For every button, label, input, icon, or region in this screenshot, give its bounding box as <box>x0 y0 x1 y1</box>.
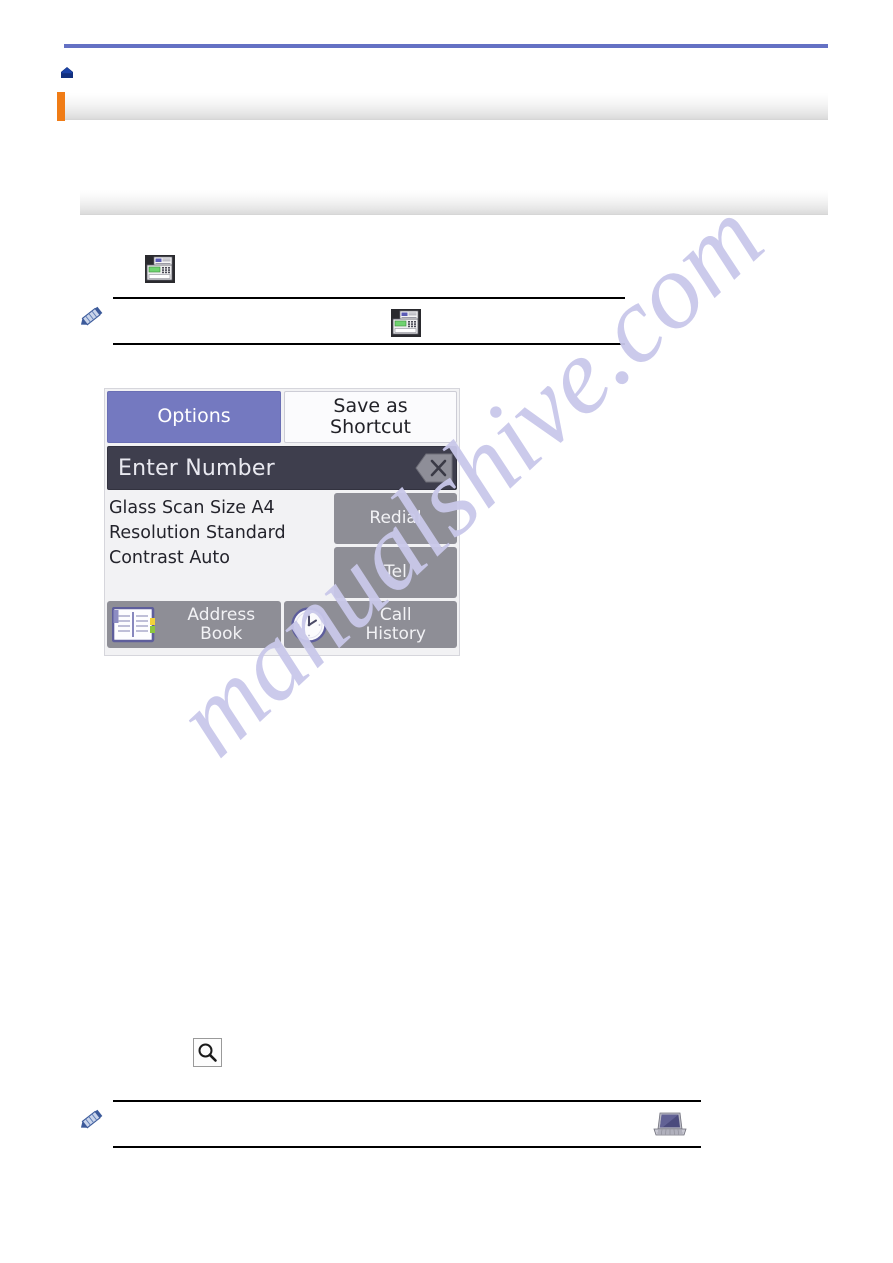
laptop-computer-icon <box>653 1110 687 1143</box>
address-book-button[interactable]: Address Book <box>107 601 281 648</box>
redial-button[interactable]: Redial <box>334 493 457 544</box>
note-bottom-rule <box>113 343 625 345</box>
call-history-line2: History <box>365 623 426 644</box>
page-title-bar <box>57 92 828 121</box>
setting-contrast: Contrast Auto <box>109 547 230 568</box>
address-book-label: Address Book <box>162 606 281 643</box>
pencil-icon <box>77 1104 107 1134</box>
manual-page: manualshive.com Options Save as Shortcut… <box>0 0 893 1263</box>
breadcrumb[interactable] <box>60 63 760 83</box>
tel-button[interactable]: Tel <box>334 547 457 598</box>
call-history-line1: Call <box>379 604 412 625</box>
address-book-line2: Book <box>200 623 243 644</box>
setting-glass-scan-size: Glass Scan Size A4 <box>109 498 275 518</box>
pencil-icon <box>77 301 107 331</box>
setting-resolution: Resolution Standard <box>109 522 286 543</box>
note-box-2 <box>80 1100 701 1148</box>
fax-machine-icon <box>145 255 175 288</box>
note-top-rule <box>113 297 625 299</box>
fax-settings-summary: Glass Scan Size A4 Resolution Standard C… <box>107 493 331 598</box>
save-shortcut-line1: Save as <box>333 394 408 417</box>
lcd-top-row: Options Save as Shortcut <box>105 389 459 443</box>
call-history-label: Call History <box>335 606 458 643</box>
options-button[interactable]: Options <box>107 391 281 443</box>
call-history-button[interactable]: Call History <box>283 601 458 648</box>
note-top-rule <box>113 1100 701 1102</box>
lcd-middle-row: Glass Scan Size A4 Resolution Standard C… <box>105 490 459 598</box>
fax-machine-icon-inline <box>391 309 421 342</box>
search-magnifier-icon[interactable] <box>193 1038 222 1067</box>
number-entry-field[interactable]: Enter Number <box>107 446 457 490</box>
lcd-side-buttons: Redial Tel <box>334 493 457 598</box>
address-book-icon <box>111 606 156 643</box>
home-icon[interactable] <box>60 66 74 80</box>
note-bottom-rule <box>113 1146 701 1148</box>
fax-touchscreen-mockup: Options Save as Shortcut Enter Number Gl… <box>104 388 460 656</box>
save-as-shortcut-button[interactable]: Save as Shortcut <box>284 391 457 443</box>
section-title-bar <box>80 190 828 215</box>
backspace-clear-icon[interactable] <box>402 449 454 487</box>
note-box-1 <box>80 297 625 345</box>
entry-placeholder-text: Enter Number <box>118 455 275 481</box>
address-book-line1: Address <box>187 604 256 625</box>
save-shortcut-line2: Shortcut <box>330 416 411 438</box>
lcd-bottom-row: Address Book Call History <box>105 598 459 650</box>
clock-icon <box>289 606 329 644</box>
header-rule <box>64 44 828 48</box>
